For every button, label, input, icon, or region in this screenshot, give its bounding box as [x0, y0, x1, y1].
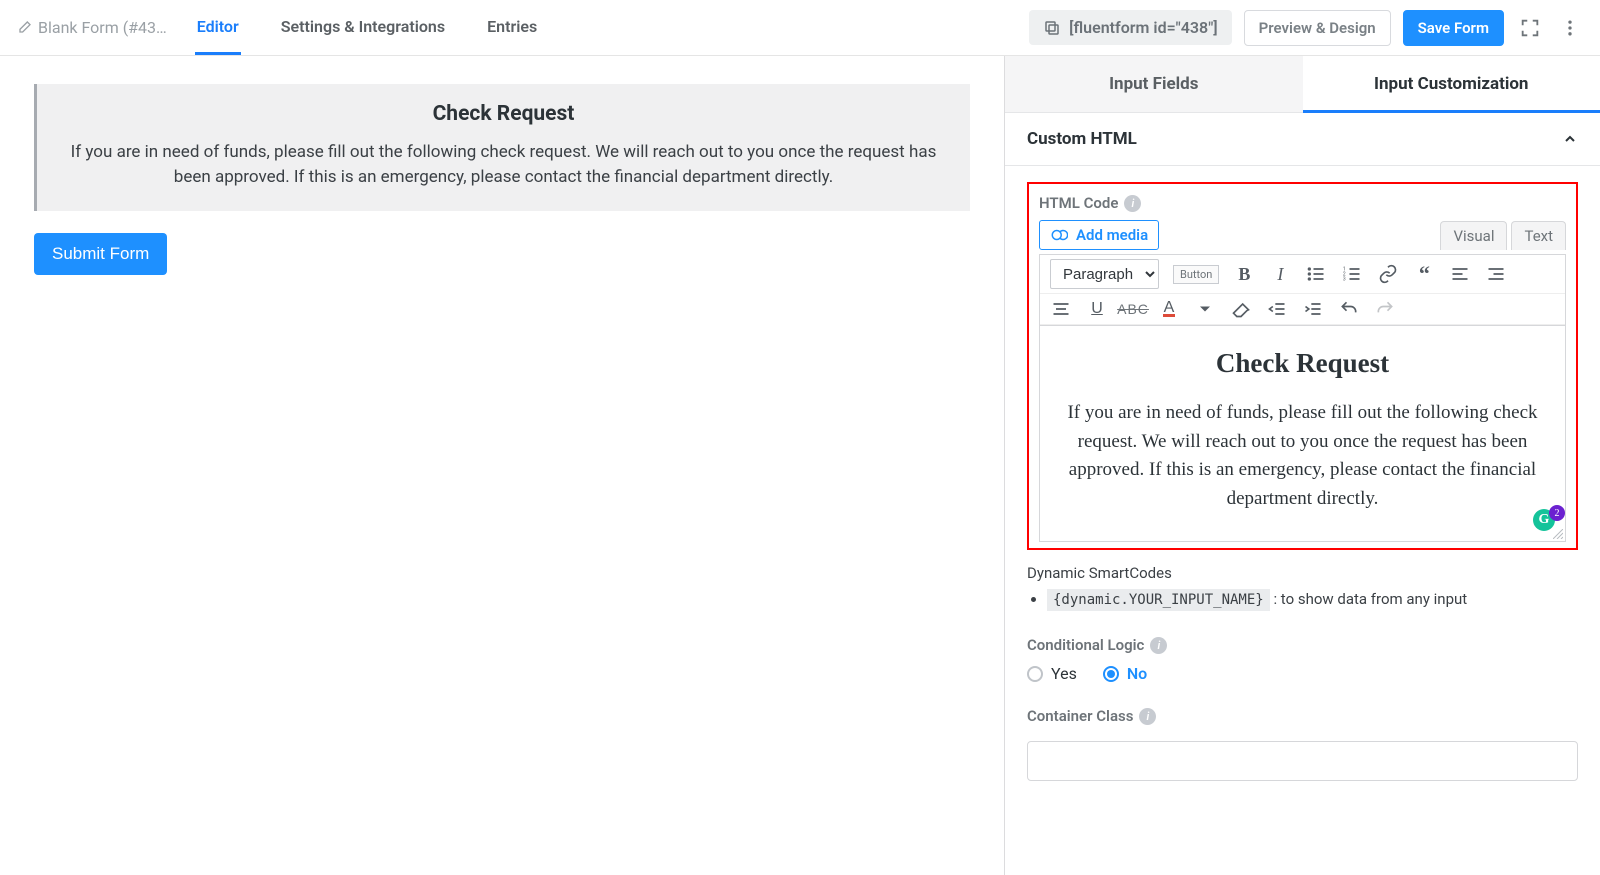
- media-icon: [1050, 226, 1068, 244]
- link-icon: [1378, 264, 1398, 284]
- align-right-icon: [1486, 264, 1506, 284]
- container-class-input[interactable]: [1027, 741, 1578, 781]
- caret-down-icon: [1195, 299, 1215, 319]
- editor-mode-tabs: Visual Text: [1440, 221, 1566, 250]
- italic-button[interactable]: I: [1269, 263, 1291, 285]
- block-format-select[interactable]: Paragraph: [1050, 259, 1159, 289]
- html-block[interactable]: Check Request If you are in need of fund…: [34, 84, 970, 211]
- bullet-list-button[interactable]: [1305, 263, 1327, 285]
- submit-button[interactable]: Submit Form: [34, 233, 167, 275]
- align-left-icon: [1450, 264, 1470, 284]
- highlighted-editor-box: HTML Code i Add media Visual Text Pa: [1027, 182, 1578, 550]
- html-block-heading: Check Request: [59, 102, 948, 126]
- save-form-button[interactable]: Save Form: [1403, 10, 1504, 46]
- underline-button[interactable]: U: [1086, 298, 1108, 320]
- pencil-icon: [16, 20, 32, 36]
- main-area: Check Request If you are in need of fund…: [0, 56, 1600, 875]
- form-title-text: Blank Form (#43…: [38, 18, 167, 37]
- redo-icon: [1375, 299, 1395, 319]
- indent-icon: [1303, 299, 1323, 319]
- wysiwyg-content[interactable]: Check Request If you are in need of fund…: [1039, 326, 1566, 542]
- section-custom-html-body: HTML Code i Add media Visual Text Pa: [1005, 166, 1600, 797]
- wp-editor-top-row: Add media Visual Text: [1039, 220, 1566, 250]
- cond-label: Conditional Logic: [1027, 636, 1144, 654]
- submit-wrapper: Submit Form: [34, 233, 970, 275]
- info-icon[interactable]: i: [1124, 195, 1141, 212]
- eraser-icon: [1231, 299, 1251, 319]
- undo-button[interactable]: [1338, 298, 1360, 320]
- outdent-icon: [1267, 299, 1287, 319]
- bold-button[interactable]: B: [1233, 263, 1255, 285]
- cond-radio-yes[interactable]: Yes: [1027, 664, 1077, 683]
- add-media-button[interactable]: Add media: [1039, 220, 1159, 250]
- editor-heading: Check Request: [1058, 348, 1547, 379]
- insert-button-chip[interactable]: Button: [1173, 265, 1219, 284]
- indent-button[interactable]: [1302, 298, 1324, 320]
- side-tabs: Input Fields Input Customization: [1005, 56, 1600, 113]
- bullet-list-icon: [1306, 264, 1326, 284]
- side-panel: Input Fields Input Customization Custom …: [1005, 56, 1600, 875]
- topbar-actions: [fluentform id="438"] Preview & Design S…: [1029, 10, 1584, 46]
- tab-input-customization[interactable]: Input Customization: [1303, 56, 1600, 112]
- numbered-list-icon: 123: [1342, 264, 1362, 284]
- fullscreen-icon: [1519, 17, 1541, 39]
- section-custom-html-header[interactable]: Custom HTML: [1005, 113, 1600, 166]
- undo-icon: [1339, 299, 1359, 319]
- blockquote-button[interactable]: “: [1413, 263, 1435, 285]
- top-bar: Blank Form (#43… Editor Settings & Integ…: [0, 0, 1600, 56]
- tab-entries[interactable]: Entries: [485, 1, 539, 55]
- form-title[interactable]: Blank Form (#43…: [16, 18, 167, 37]
- svg-text:3: 3: [1343, 277, 1346, 283]
- cond-radio-no[interactable]: No: [1103, 664, 1147, 683]
- strikethrough-button[interactable]: ABC: [1122, 298, 1144, 320]
- kebab-icon: [1560, 18, 1580, 38]
- more-menu-button[interactable]: [1556, 14, 1584, 42]
- form-canvas: Check Request If you are in need of fund…: [0, 56, 1005, 875]
- tab-input-fields[interactable]: Input Fields: [1005, 56, 1303, 112]
- align-center-icon: [1051, 299, 1071, 319]
- align-right-button[interactable]: [1485, 263, 1507, 285]
- smartcode-item: {dynamic.YOUR_INPUT_NAME} : to show data…: [1047, 590, 1578, 608]
- preview-design-button[interactable]: Preview & Design: [1244, 10, 1391, 46]
- clear-format-button[interactable]: [1230, 298, 1252, 320]
- outdent-button[interactable]: [1266, 298, 1288, 320]
- numbered-list-button[interactable]: 123: [1341, 263, 1363, 285]
- tab-input-customization-label: Input Customization: [1374, 74, 1528, 94]
- smartcodes-label: Dynamic SmartCodes: [1027, 564, 1578, 582]
- main-tabs: Editor Settings & Integrations Entries: [195, 1, 539, 55]
- dynamic-smartcodes: Dynamic SmartCodes {dynamic.YOUR_INPUT_N…: [1027, 564, 1578, 608]
- copy-icon: [1043, 19, 1061, 37]
- align-left-button[interactable]: [1449, 263, 1471, 285]
- info-icon[interactable]: i: [1150, 637, 1167, 654]
- wysiwyg-toolbar: Paragraph Button B I 123 “ U: [1039, 254, 1566, 326]
- info-icon[interactable]: i: [1139, 708, 1156, 725]
- text-color-button[interactable]: A: [1158, 298, 1180, 320]
- editor-body: If you are in need of funds, please fill…: [1058, 399, 1547, 513]
- smartcode-snippet[interactable]: {dynamic.YOUR_INPUT_NAME}: [1047, 589, 1270, 611]
- conditional-logic: Conditional Logic i Yes No: [1027, 636, 1578, 683]
- shortcode-text: [fluentform id="438"]: [1069, 18, 1218, 37]
- container-class: Container Class i: [1027, 707, 1578, 781]
- tab-editor[interactable]: Editor: [195, 1, 241, 55]
- redo-button[interactable]: [1374, 298, 1396, 320]
- align-center-button[interactable]: [1050, 298, 1072, 320]
- resize-handle-icon[interactable]: [1553, 529, 1563, 539]
- smartcode-desc: : to show data from any input: [1273, 590, 1467, 608]
- editor-tab-visual[interactable]: Visual: [1440, 221, 1507, 250]
- link-button[interactable]: [1377, 263, 1399, 285]
- editor-tab-text[interactable]: Text: [1511, 221, 1566, 250]
- fullscreen-button[interactable]: [1516, 14, 1544, 42]
- cclass-label: Container Class: [1027, 707, 1133, 725]
- grammarly-count: 2: [1549, 505, 1565, 521]
- html-code-label: HTML Code i: [1039, 194, 1566, 212]
- chevron-up-icon: [1562, 131, 1578, 147]
- text-color-dropdown[interactable]: [1194, 298, 1216, 320]
- shortcode-chip[interactable]: [fluentform id="438"]: [1029, 10, 1232, 45]
- tab-settings[interactable]: Settings & Integrations: [279, 1, 447, 55]
- section-title: Custom HTML: [1027, 129, 1137, 149]
- html-block-body: If you are in need of funds, please fill…: [59, 140, 948, 189]
